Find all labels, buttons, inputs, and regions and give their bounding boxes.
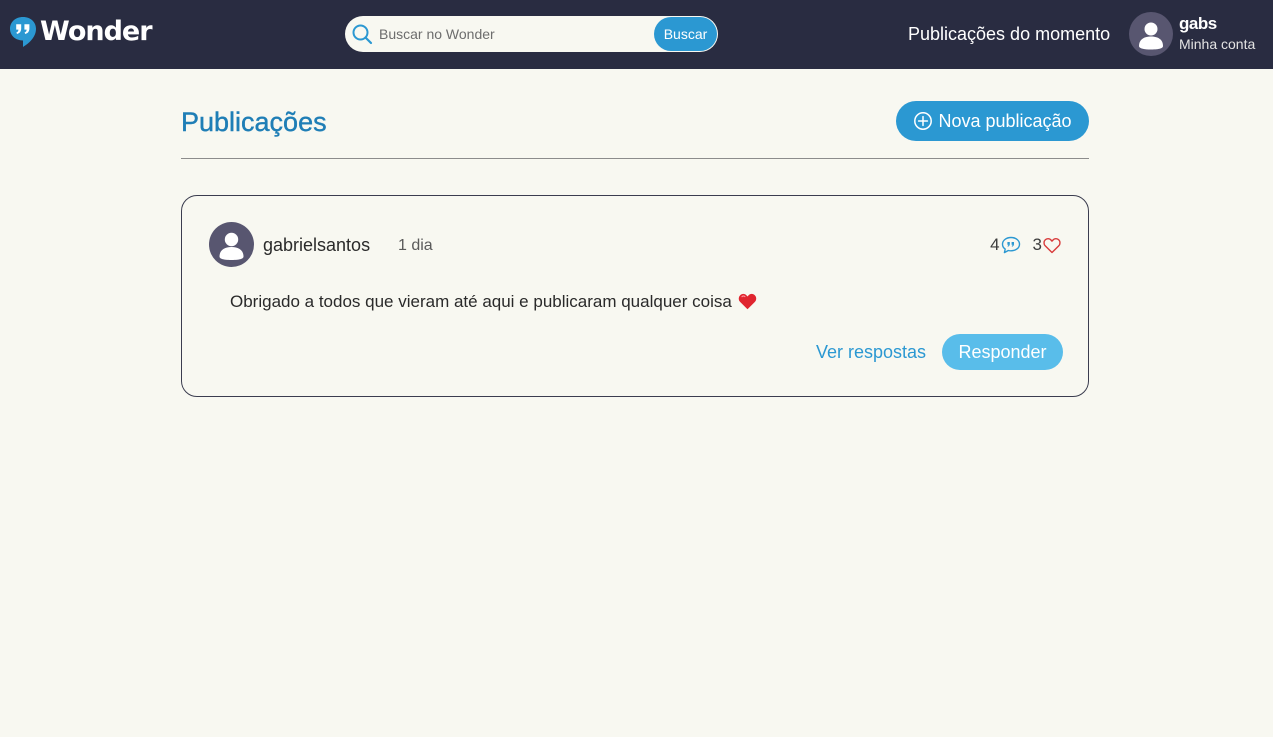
user-icon [1139, 22, 1163, 50]
top-navbar: Wonder Buscar Publicações do momento gab… [0, 0, 1273, 69]
new-post-label: Nova publicação [938, 110, 1072, 131]
brand-logo[interactable]: Wonder [9, 14, 153, 50]
quote-bubble-icon [10, 17, 36, 47]
divider [181, 158, 1089, 159]
post-card: gabrielsantos 1 dia 4 3 Obrigado a todos… [181, 195, 1089, 397]
page-title: Publicações [181, 107, 327, 137]
view-replies-link[interactable]: Ver respostas [816, 341, 926, 363]
new-post-button[interactable]: Nova publicação [896, 101, 1089, 141]
search-icon[interactable] [351, 23, 373, 45]
account-menu[interactable]: gabs Minha conta [1129, 11, 1269, 57]
user-icon [219, 232, 244, 260]
heart-outline-icon [1043, 237, 1061, 253]
post-stats: 4 3 [990, 234, 1061, 256]
search-bar: Buscar [345, 16, 718, 52]
search-button[interactable]: Buscar [654, 17, 717, 51]
heart-emoji-icon [738, 293, 757, 310]
post-timestamp: 1 dia [398, 237, 433, 254]
trending-posts-link[interactable]: Publicações do momento [908, 23, 1110, 45]
plus-circle-icon [914, 112, 933, 130]
reply-count-value: 4 [990, 235, 1000, 254]
brand-name: Wonder [40, 16, 153, 47]
post-author-avatar[interactable] [209, 222, 254, 267]
reply-count[interactable]: 4 [990, 234, 1020, 256]
like-count[interactable]: 3 [1033, 234, 1061, 256]
post-content-text: Obrigado a todos que vieram até aqui e p… [230, 292, 732, 311]
comment-quote-icon [1001, 236, 1020, 254]
account-subtitle: Minha conta [1179, 36, 1256, 52]
post-content: Obrigado a todos que vieram até aqui e p… [230, 292, 757, 312]
avatar [1129, 12, 1173, 56]
search-input[interactable] [379, 16, 649, 52]
post-author[interactable]: gabrielsantos [263, 234, 370, 256]
reply-button[interactable]: Responder [942, 334, 1063, 370]
like-count-value: 3 [1032, 235, 1042, 254]
account-username: gabs [1179, 14, 1217, 33]
